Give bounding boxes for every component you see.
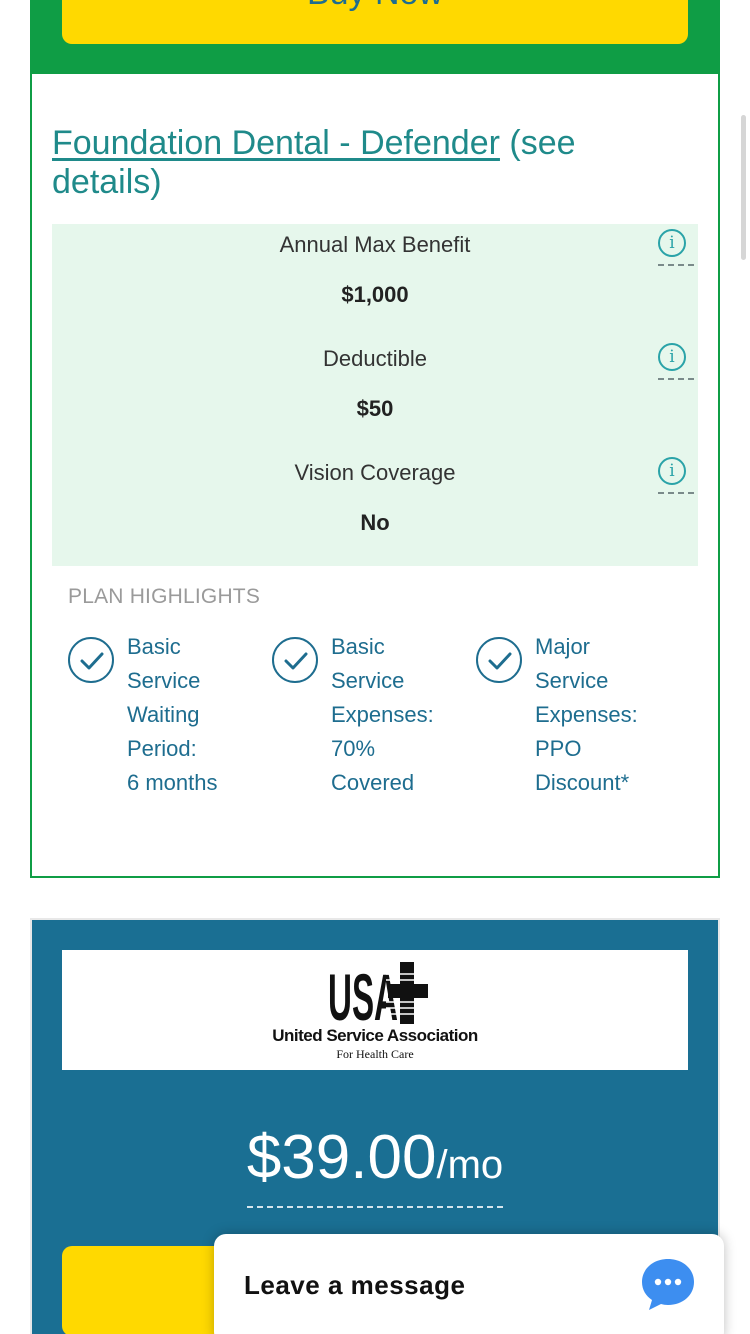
- price-display[interactable]: $39.00/mo: [32, 1126, 718, 1208]
- highlight-text: Basic Service Waiting Period: 6 months: [127, 634, 218, 795]
- usa-logo-mark: USA: [328, 960, 432, 1026]
- check-circle-icon: [476, 637, 522, 683]
- leave-message-label: Leave a message: [244, 1270, 466, 1300]
- info-icon[interactable]: i: [658, 343, 686, 371]
- info-underline: [658, 492, 694, 494]
- info-icon[interactable]: i: [658, 229, 686, 257]
- usa-logo-subtitle: For Health Care: [336, 1047, 414, 1061]
- usa-logo-name: United Service Association: [272, 1026, 478, 1045]
- usa-logo: USA United Service Association For Healt…: [62, 950, 688, 1070]
- plan-name-link[interactable]: Foundation Dental - Defender: [52, 124, 500, 162]
- plan-card-header: Buy Now: [32, 0, 718, 74]
- plan-highlights-heading: PLAN HIGHLIGHTS: [68, 585, 261, 608]
- chat-bubble-icon[interactable]: [640, 1256, 696, 1312]
- benefit-value: $1,000: [341, 282, 409, 307]
- benefits-panel: Annual Max Benefit i $1,000 Deductible i…: [52, 224, 698, 566]
- benefit-label: Vision Coverage: [294, 460, 456, 485]
- info-icon[interactable]: i: [658, 457, 686, 485]
- benefit-value: $50: [356, 396, 394, 421]
- price-amount: $39.00: [246, 1123, 437, 1192]
- benefit-value: No: [360, 510, 390, 535]
- buy-now-button[interactable]: Buy Now: [62, 0, 688, 44]
- plan-card-defender: Buy Now Foundation Dental - Defender (se…: [30, 0, 720, 878]
- info-underline: [658, 264, 694, 266]
- plan-title: Foundation Dental - Defender (see detail…: [52, 124, 692, 202]
- highlight-text: Major Service Expenses: PPO Discount*: [535, 634, 638, 795]
- buy-now-label: Buy Now: [62, 0, 688, 13]
- check-circle-icon: [272, 637, 318, 683]
- benefit-label: Deductible: [323, 346, 427, 371]
- usa-logo-letters: USA: [328, 960, 398, 1026]
- chat-widget[interactable]: Leave a message: [214, 1234, 724, 1334]
- check-circle-icon: [68, 637, 114, 683]
- page-scrollbar[interactable]: [741, 115, 746, 260]
- benefit-label: Annual Max Benefit: [279, 232, 471, 257]
- info-underline: [658, 378, 694, 380]
- highlight-text: Basic Service Expenses: 70% Covered: [331, 634, 434, 795]
- price-unit: /mo: [436, 1143, 504, 1187]
